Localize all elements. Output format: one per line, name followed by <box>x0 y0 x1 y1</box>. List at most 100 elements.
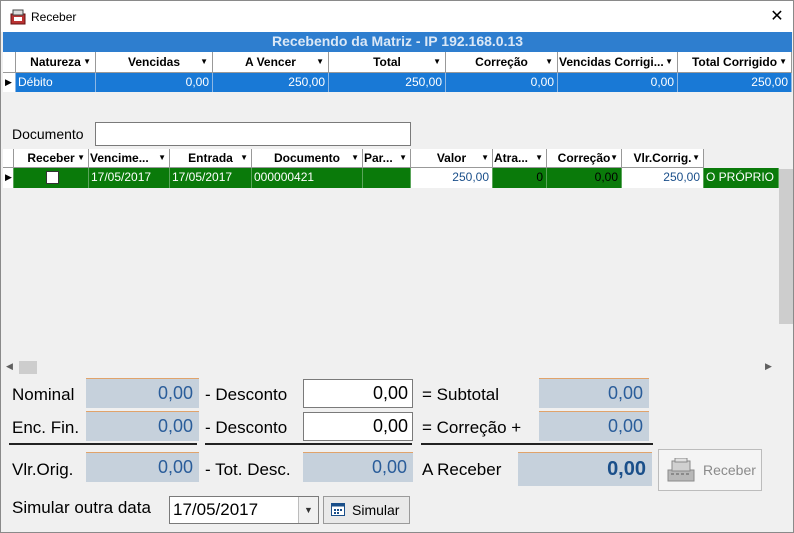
cell-documento[interactable]: 000000421 <box>252 168 363 188</box>
calendar-icon <box>331 503 345 516</box>
simular-button[interactable]: Simular <box>323 496 410 524</box>
sort-arrow-icon: ▼ <box>779 57 787 66</box>
col-total[interactable]: Total ▼ <box>329 52 446 73</box>
cell-total-corrigido[interactable]: 250,00 <box>678 73 792 92</box>
sort-arrow-icon: ▼ <box>77 153 85 162</box>
col-correcao[interactable]: Correção ▼ <box>446 52 558 73</box>
scroll-left-icon[interactable]: ◀ <box>6 361 13 372</box>
cell-natureza[interactable]: Débito <box>16 73 96 92</box>
tot-desc-value: 0,00 <box>303 452 413 482</box>
simular-date-value: 17/05/2017 <box>173 500 259 519</box>
vlr-orig-value: 0,00 <box>86 452 199 482</box>
tot-desc-label: - Tot. Desc. <box>205 460 291 479</box>
col-vlr-corrig[interactable]: Vlr.Corrig. ▼ <box>622 149 704 168</box>
sort-arrow-icon: ▼ <box>665 57 673 66</box>
cell-vlr-corrig[interactable]: 250,00 <box>622 168 704 188</box>
col-vencimento[interactable]: Vencime... ▼ <box>89 149 170 168</box>
col-label: Correção <box>557 151 611 165</box>
grid-banner: Recebendo da Matriz - IP 192.168.0.13 <box>3 32 792 52</box>
separator-line <box>421 443 653 445</box>
receber-button[interactable]: Receber <box>658 449 762 491</box>
cell-extra[interactable]: O PRÓPRIO <box>704 168 779 188</box>
desconto-input-2[interactable]: 0,00 <box>303 412 413 441</box>
cell-vencidas[interactable]: 0,00 <box>96 73 213 92</box>
row-pointer-icon: ▶ <box>3 73 16 92</box>
cell-a-vencer[interactable]: 250,00 <box>213 73 329 92</box>
col-label: Vlr.Corrig. <box>633 151 692 165</box>
horizontal-scrollbar[interactable]: ◀ ▶ <box>3 359 779 376</box>
col-natureza[interactable]: Natureza ▼ <box>16 52 96 73</box>
row-indicator-header <box>3 149 14 168</box>
col-receber[interactable]: Receber ▼ <box>14 149 89 168</box>
sort-arrow-icon: ▼ <box>692 153 700 162</box>
receber-window: Receber ✕ Recebendo da Matriz - IP 192.1… <box>0 0 794 533</box>
col-a-vencer[interactable]: A Vencer ▼ <box>213 52 329 73</box>
col-label: Total Corrigido <box>691 55 778 69</box>
sort-arrow-icon: ▼ <box>610 153 618 162</box>
scroll-right-icon[interactable]: ▶ <box>765 361 772 372</box>
col-label: Correção <box>475 55 528 69</box>
col-label: Valor <box>436 151 467 165</box>
sort-arrow-icon: ▼ <box>240 153 248 162</box>
enc-fin-label: Enc. Fin. <box>12 418 80 437</box>
cell-valor[interactable]: 250,00 <box>411 168 493 188</box>
cell-total[interactable]: 250,00 <box>329 73 446 92</box>
horizontal-scroll-thumb[interactable] <box>19 361 37 374</box>
separator-line <box>9 443 197 445</box>
sort-arrow-icon: ▼ <box>535 153 543 162</box>
col-total-corrigido[interactable]: Total Corrigido ▼ <box>678 52 792 73</box>
receber-button-label: Receber <box>703 462 756 478</box>
simular-label: Simular outra data <box>12 498 151 517</box>
row-pointer-icon: ▶ <box>3 168 14 188</box>
desconto-label-1: - Desconto <box>205 385 288 404</box>
sort-arrow-icon: ▼ <box>351 153 359 162</box>
simular-date-picker[interactable]: 17/05/2017 ▼ <box>169 496 319 524</box>
col-label: Vencime... <box>90 151 149 165</box>
col-label: A Vencer <box>245 55 296 69</box>
separator-line <box>205 443 412 445</box>
cell-receber[interactable] <box>14 168 89 188</box>
cell-parcela[interactable] <box>363 168 411 188</box>
simular-button-label: Simular <box>352 502 400 518</box>
row-indicator-header <box>3 52 16 73</box>
col-label: Total <box>373 55 401 69</box>
sort-arrow-icon: ▼ <box>316 57 324 66</box>
close-icon[interactable]: ✕ <box>761 1 793 32</box>
col-vencidas-corrigidas[interactable]: Vencidas Corrigi... ▼ <box>558 52 678 73</box>
documento-input[interactable] <box>95 122 411 146</box>
window-title: Receber <box>31 10 77 24</box>
col-parcela[interactable]: Par... ▼ <box>363 149 411 168</box>
chevron-down-icon[interactable]: ▼ <box>298 497 318 523</box>
col-entrada[interactable]: Entrada ▼ <box>170 149 252 168</box>
summary-grid: Recebendo da Matriz - IP 192.168.0.13 Na… <box>3 32 792 92</box>
receber-checkbox[interactable] <box>45 171 59 184</box>
nominal-label: Nominal <box>12 385 75 404</box>
col-label: Receber <box>27 151 75 165</box>
vertical-scrollbar[interactable] <box>779 149 793 362</box>
a-receber-label: A Receber <box>422 460 502 479</box>
vertical-scroll-thumb[interactable] <box>779 169 793 324</box>
col-valor[interactable]: Valor ▼ <box>411 149 493 168</box>
cell-vencidas-corrigidas[interactable]: 0,00 <box>558 73 678 92</box>
sort-arrow-icon: ▼ <box>200 57 208 66</box>
cell-correcao[interactable]: 0,00 <box>446 73 558 92</box>
col-label: Natureza <box>30 55 81 69</box>
col-correcao2[interactable]: Correção ▼ <box>547 149 622 168</box>
a-receber-value: 0,00 <box>518 452 652 486</box>
sort-arrow-icon: ▼ <box>158 153 166 162</box>
cell-atraso[interactable]: 0 <box>493 168 547 188</box>
cell-entrada[interactable]: 17/05/2017 <box>170 168 252 188</box>
col-vencidas[interactable]: Vencidas ▼ <box>96 52 213 73</box>
col-documento[interactable]: Documento ▼ <box>252 149 363 168</box>
desconto-input-1[interactable]: 0,00 <box>303 379 413 408</box>
cash-register-icon <box>667 458 695 482</box>
col-label: Vencidas Corrigi... <box>559 55 664 69</box>
cell-vencimento[interactable]: 17/05/2017 <box>89 168 170 188</box>
correcao-value: 0,00 <box>539 411 649 441</box>
client-area: Recebendo da Matriz - IP 192.168.0.13 Na… <box>1 32 793 532</box>
sort-arrow-icon: ▼ <box>481 153 489 162</box>
sort-arrow-icon: ▼ <box>83 57 91 66</box>
vlr-orig-label: Vlr.Orig. <box>12 460 74 479</box>
col-atraso[interactable]: Atra... ▼ <box>493 149 547 168</box>
cell-correcao[interactable]: 0,00 <box>547 168 622 188</box>
